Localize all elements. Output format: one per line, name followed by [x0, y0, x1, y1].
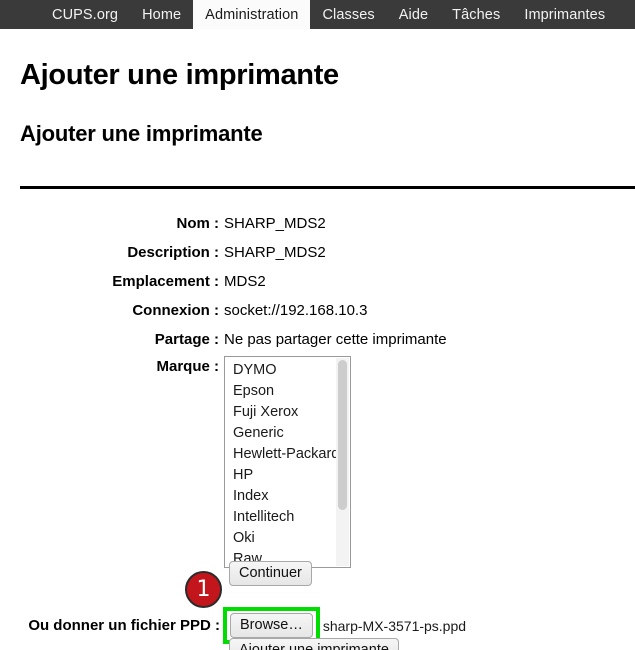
- continue-button-container: Continuer: [229, 561, 312, 586]
- nav-item-taches[interactable]: Tâches: [440, 0, 512, 29]
- value-nom: SHARP_MDS2: [224, 215, 326, 232]
- nav-label: Classes: [322, 6, 375, 23]
- section-divider: [20, 186, 635, 189]
- main-navigation: CUPS.org Home Administration Classes Aid…: [0, 0, 635, 29]
- form-row-connexion: Connexion : socket://192.168.10.3: [0, 298, 635, 323]
- nav-label: Tâches: [452, 6, 501, 23]
- listbox-option[interactable]: DYMO: [225, 360, 350, 381]
- page-content: Ajouter une imprimante Ajouter une impri…: [0, 29, 635, 650]
- nav-label: Administration: [205, 6, 299, 23]
- page-title: Ajouter une imprimante: [20, 59, 339, 91]
- listbox-option[interactable]: Hewlett-Packard: [225, 444, 350, 465]
- nav-label: Aide: [398, 6, 429, 23]
- nav-label: Home: [142, 6, 182, 23]
- listbox-option[interactable]: Epson: [225, 381, 350, 402]
- continue-button[interactable]: Continuer: [229, 561, 312, 586]
- listbox-scrollbar[interactable]: [336, 358, 349, 566]
- label-nom: Nom :: [176, 215, 220, 232]
- form-row-nom: Nom : SHARP_MDS2: [0, 211, 635, 236]
- nav-label: CUPS.org: [52, 6, 119, 23]
- value-description: SHARP_MDS2: [224, 244, 326, 261]
- label-partage: Partage :: [154, 331, 219, 348]
- label-description: Description :: [127, 244, 219, 261]
- nav-item-imprimantes[interactable]: Imprimantes: [512, 0, 617, 29]
- nav-item-home[interactable]: Home: [130, 0, 193, 29]
- form-row-description: Description : SHARP_MDS2: [0, 240, 635, 265]
- form-row-partage: Partage : Ne pas partager cette impriman…: [0, 327, 635, 352]
- label-connexion: Connexion :: [132, 302, 219, 319]
- form-row-marque: Marque : DYMO Epson Fuji Xerox Generic H…: [0, 356, 635, 568]
- ppd-filename-text: sharp-MX-3571-ps.ppd: [322, 617, 467, 634]
- nav-label: Imprimantes: [524, 6, 606, 23]
- form-row-emplacement: Emplacement : MDS2: [0, 269, 635, 294]
- listbox-option[interactable]: Oki: [225, 528, 350, 549]
- marque-listbox[interactable]: DYMO Epson Fuji Xerox Generic Hewlett-Pa…: [224, 356, 351, 568]
- listbox-option[interactable]: Generic: [225, 423, 350, 444]
- nav-item-aide[interactable]: Aide: [387, 0, 440, 29]
- listbox-scrollbar-thumb[interactable]: [338, 360, 347, 510]
- nav-item-administration[interactable]: Administration: [193, 0, 311, 29]
- annotation-badge-1: 1: [185, 571, 222, 608]
- value-emplacement: MDS2: [224, 273, 266, 290]
- add-printer-form: Nom : SHARP_MDS2 Description : SHARP_MDS…: [0, 211, 635, 572]
- label-ppd-file: Ou donner un fichier PPD :: [28, 617, 220, 634]
- listbox-option[interactable]: Intellitech: [225, 507, 350, 528]
- label-emplacement: Emplacement :: [112, 273, 219, 290]
- value-connexion: socket://192.168.10.3: [224, 302, 368, 319]
- label-marque: Marque :: [156, 358, 219, 375]
- value-partage: Ne pas partager cette imprimante: [224, 331, 447, 348]
- browse-button[interactable]: Browse…: [230, 613, 313, 638]
- listbox-option[interactable]: HP: [225, 465, 350, 486]
- add-printer-button-container: Ajouter une imprimante: [229, 638, 399, 650]
- listbox-option[interactable]: Index: [225, 486, 350, 507]
- nav-item-classes[interactable]: Classes: [310, 0, 386, 29]
- nav-item-cups-org[interactable]: CUPS.org: [40, 0, 130, 29]
- listbox-option[interactable]: Fuji Xerox: [225, 402, 350, 423]
- add-printer-button[interactable]: Ajouter une imprimante: [229, 638, 399, 650]
- section-title: Ajouter une imprimante: [20, 121, 263, 146]
